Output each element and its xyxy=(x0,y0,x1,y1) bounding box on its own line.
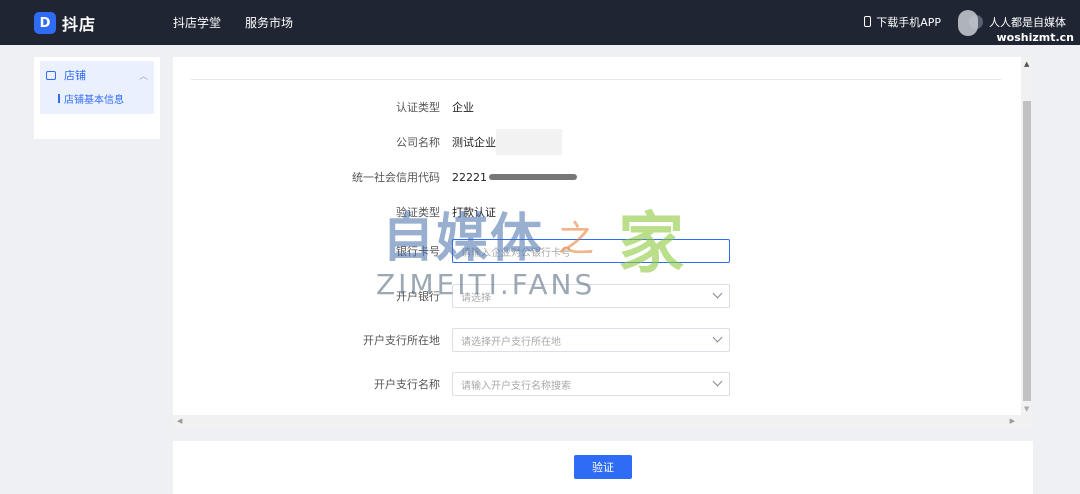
redaction-box xyxy=(496,129,562,155)
divider xyxy=(191,79,1001,80)
user-name: 人人都是自媒体 xyxy=(989,16,1066,29)
row-branch-name: 开户支行名称 请输入开户支行名称搜索 xyxy=(173,371,1033,397)
chevron-down-icon xyxy=(712,376,723,387)
bank-placeholder: 请选择 xyxy=(461,292,491,304)
row-bank: 开户银行 请选择 xyxy=(173,283,1033,309)
chevron-up-icon: ︿ xyxy=(138,71,148,82)
horizontal-scrollbar[interactable]: ◀ ▶ xyxy=(173,415,1033,429)
row-verify-type: 验证类型 打款认证 xyxy=(173,199,1033,225)
verify-button[interactable]: 验证 xyxy=(574,455,632,479)
cert-type-label: 认证类型 xyxy=(396,101,440,114)
scroll-left-icon[interactable]: ◀ xyxy=(177,417,182,425)
sidebar-group-label: 店铺 xyxy=(64,69,86,82)
branch-location-select[interactable]: 请选择开户支行所在地 xyxy=(452,328,730,352)
store-icon xyxy=(46,70,56,80)
company-name-value: 测试企业 xyxy=(452,136,496,149)
credit-code-label: 统一社会信用代码 xyxy=(352,171,440,184)
cert-type-value: 企业 xyxy=(452,101,474,114)
verify-type-label: 验证类型 xyxy=(396,206,440,219)
credit-code-value: 22221 xyxy=(452,170,487,184)
main-panel: 认证类型 企业 公司名称 测试企业 统一社会信用代码 22221 验证类型 打款… xyxy=(173,57,1033,429)
nav-item-school[interactable]: 抖店学堂 xyxy=(173,14,221,31)
scroll-down-icon[interactable]: ▼ xyxy=(1024,405,1029,413)
company-name-label: 公司名称 xyxy=(396,136,440,149)
bank-select[interactable]: 请选择 xyxy=(452,284,730,308)
watermark-url: woshizmt.cn xyxy=(996,31,1074,44)
row-branch-location: 开户支行所在地 请选择开户支行所在地 xyxy=(173,327,1033,353)
download-app-label: 下载手机APP xyxy=(876,16,941,29)
logo-icon: D xyxy=(34,12,56,34)
bank-card-placeholder: 请输入企业对公银行卡号 xyxy=(461,247,571,259)
sidebar-item-store-info[interactable]: 店铺基本信息 xyxy=(46,91,148,106)
sidebar-group-header[interactable]: 店铺 ︿ xyxy=(46,67,148,83)
row-cert-type: 认证类型 企业 xyxy=(173,94,1033,120)
chevron-down-icon xyxy=(712,288,723,299)
logo-text: 抖店 xyxy=(62,15,97,34)
redaction-scribble xyxy=(489,174,577,180)
scrollbar-thumb[interactable] xyxy=(1023,101,1031,401)
nav-item-market[interactable]: 服务市场 xyxy=(245,14,293,31)
branch-location-placeholder: 请选择开户支行所在地 xyxy=(461,336,561,348)
row-credit-code: 统一社会信用代码 22221 xyxy=(173,164,1033,190)
branch-name-label: 开户支行名称 xyxy=(374,378,440,391)
verify-type-value: 打款认证 xyxy=(452,206,496,219)
top-bar: D 抖店 抖店学堂 服务市场 下载手机APP 人人都是自媒体 woshizmt.… xyxy=(0,0,1080,45)
active-indicator xyxy=(58,94,60,103)
logo[interactable]: D 抖店 xyxy=(34,11,96,35)
row-bank-card: 银行卡号 请输入企业对公银行卡号 xyxy=(173,238,1033,264)
bank-card-input[interactable]: 请输入企业对公银行卡号 xyxy=(452,239,730,263)
branch-location-label: 开户支行所在地 xyxy=(363,334,440,347)
download-app-link[interactable]: 下载手机APP xyxy=(864,14,941,30)
chevron-down-icon xyxy=(712,332,723,343)
vertical-scrollbar[interactable]: ▲ ▼ xyxy=(1021,57,1033,415)
user-menu[interactable]: 人人都是自媒体 xyxy=(969,14,1066,30)
row-company-name: 公司名称 测试企业 xyxy=(173,129,1033,155)
sidebar: 店铺 ︿ 店铺基本信息 xyxy=(34,57,160,139)
top-nav: 抖店学堂 服务市场 xyxy=(173,14,293,31)
bank-card-label: 银行卡号 xyxy=(396,245,440,258)
scroll-right-icon[interactable]: ▶ xyxy=(1010,417,1015,425)
phone-icon xyxy=(864,16,872,27)
branch-name-placeholder: 请输入开户支行名称搜索 xyxy=(461,380,571,392)
bank-label: 开户银行 xyxy=(396,290,440,303)
sidebar-item-label: 店铺基本信息 xyxy=(64,95,124,106)
microphone-watermark-icon xyxy=(958,10,978,36)
sidebar-group-store: 店铺 ︿ 店铺基本信息 xyxy=(40,61,154,114)
footer-bar: 验证 xyxy=(173,441,1033,494)
scroll-up-icon[interactable]: ▲ xyxy=(1024,60,1029,68)
branch-name-select[interactable]: 请输入开户支行名称搜索 xyxy=(452,372,730,396)
